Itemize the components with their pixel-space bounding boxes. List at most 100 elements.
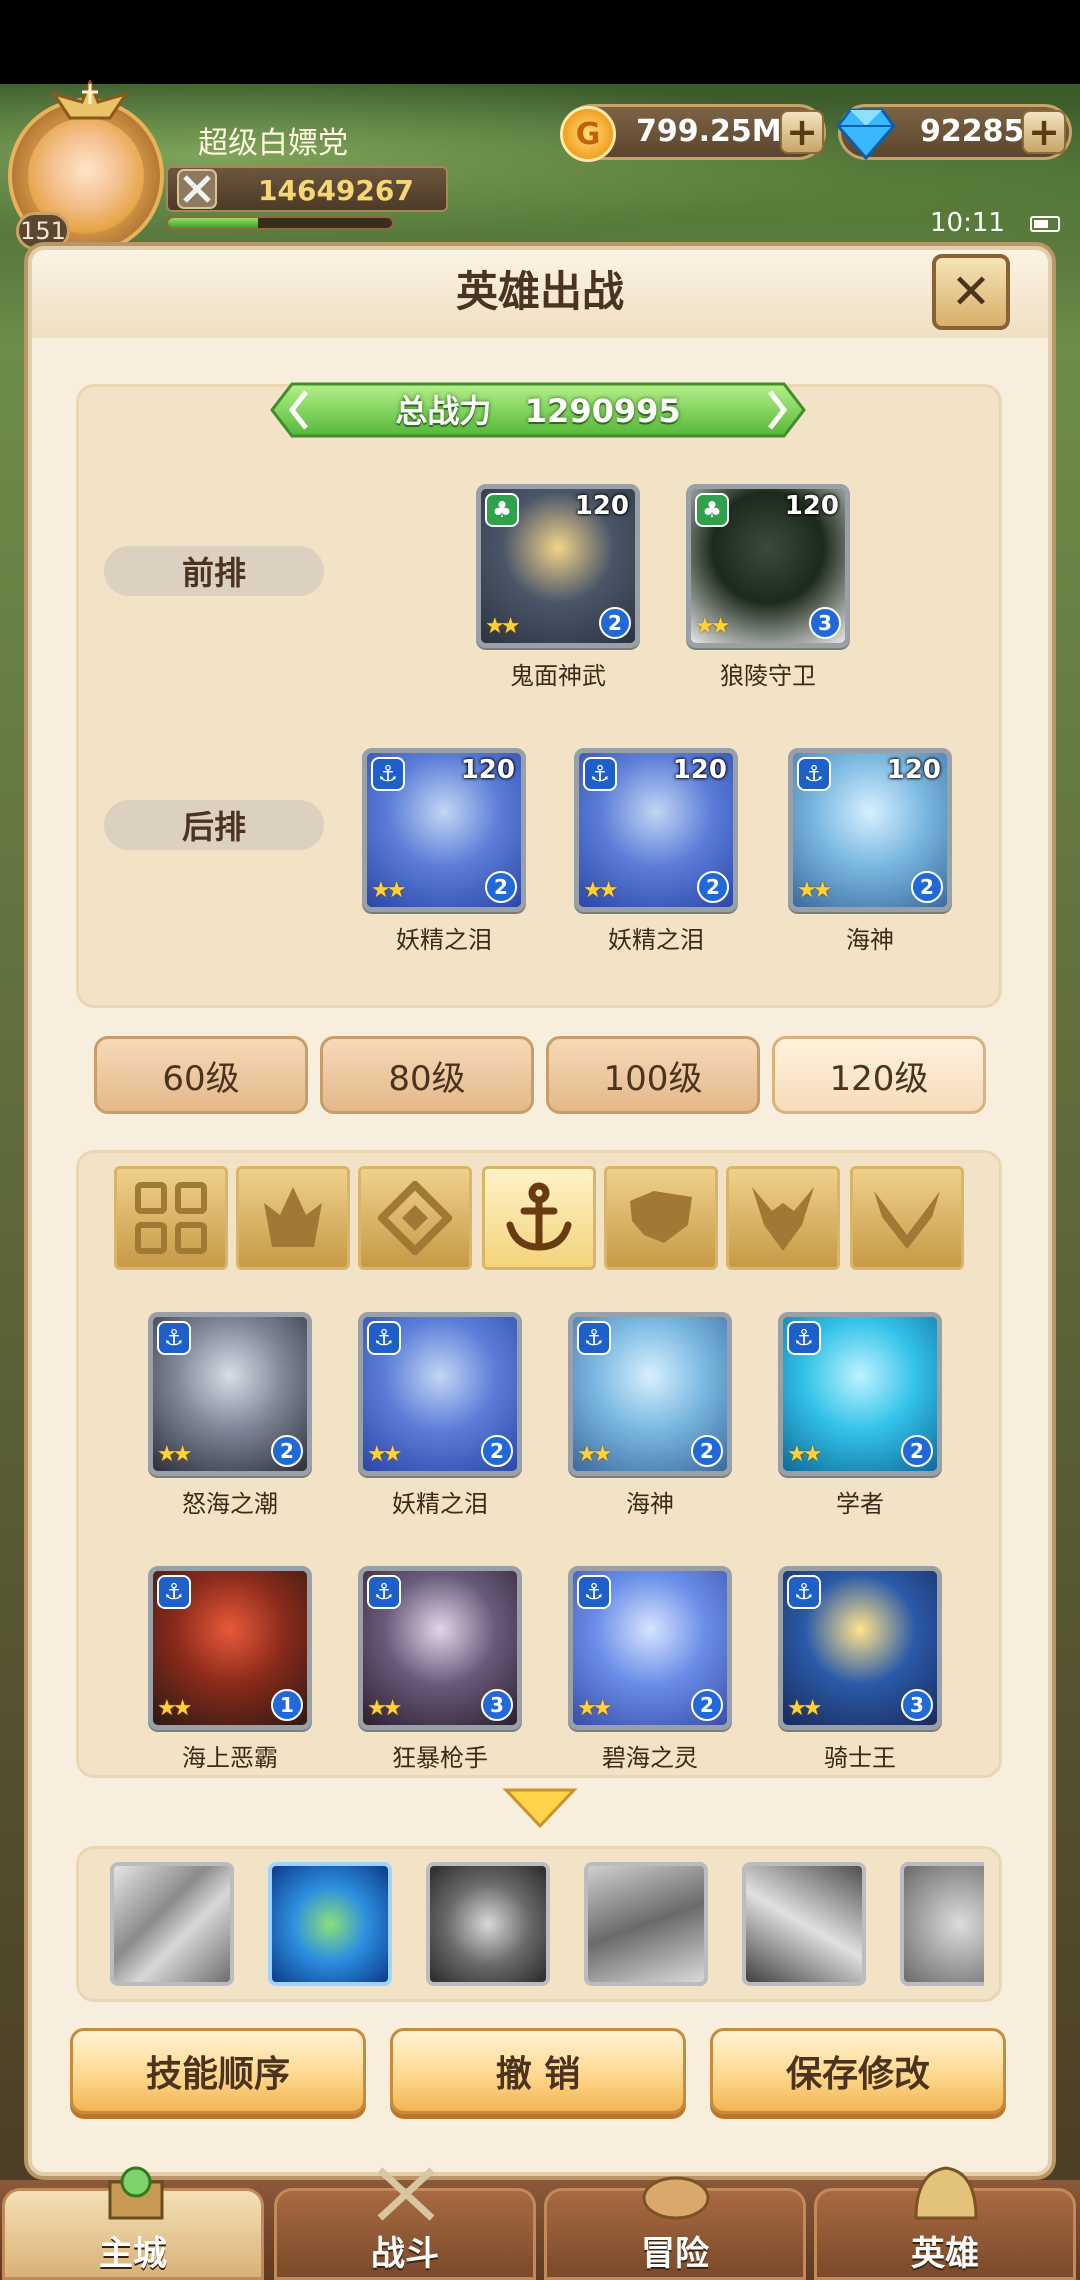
hero-tier-badge: 3: [901, 1689, 933, 1721]
roster-hero-5-card[interactable]: ⚓ ★★ 1: [148, 1566, 312, 1730]
hero-name: 海神: [846, 926, 894, 954]
player-level-badge: 151: [16, 212, 70, 250]
filter-beast-tab[interactable]: [604, 1166, 718, 1270]
xp-bar: [166, 216, 394, 230]
hero-tier-badge: 2: [485, 871, 517, 903]
skill-slot-6[interactable]: [900, 1862, 984, 1986]
hero-tier-badge: 2: [901, 1435, 933, 1467]
tab-level-120[interactable]: 120级: [772, 1036, 986, 1114]
cancel-button[interactable]: 撤 销: [390, 2028, 686, 2114]
total-power-value: 1290995: [524, 392, 681, 430]
hero-tier-badge: 2: [911, 871, 943, 903]
add-gold-button[interactable]: +: [780, 110, 824, 154]
skill-order-button[interactable]: 技能顺序: [70, 2028, 366, 2114]
hero-stars: ★★: [695, 614, 731, 639]
roster-hero-7-card[interactable]: ⚓ ★★ 2: [568, 1566, 732, 1730]
total-power: 总战力 1290995: [270, 386, 806, 432]
roster-hero-8-card[interactable]: ⚓ ★★ 3: [778, 1566, 942, 1730]
skill-slot-2[interactable]: [268, 1862, 392, 1986]
castle-icon: [108, 2166, 164, 2220]
hero-name: 怒海之潮: [182, 1490, 278, 1518]
gold-coin-icon: G: [560, 106, 616, 162]
anchor-icon: ⚓: [157, 1575, 191, 1609]
hero-stars: ★★: [157, 1696, 193, 1721]
hero-tier-badge: 1: [271, 1689, 303, 1721]
close-button[interactable]: ✕: [932, 254, 1010, 330]
beast-faction-icon: ♣: [695, 493, 729, 527]
hero-tier-badge: 2: [481, 1435, 513, 1467]
formation-panel: [76, 384, 1002, 1008]
roster-hero-3-card[interactable]: ⚓ ★★ 2: [568, 1312, 732, 1476]
wings-faction-icon: [874, 1191, 940, 1249]
dialog-title: 英雄出战: [455, 267, 624, 316]
crossed-swords-icon: [177, 169, 217, 209]
filter-wings-tab[interactable]: [850, 1166, 964, 1270]
hero-level: 120: [574, 491, 629, 521]
skill-slot-4[interactable]: [584, 1862, 708, 1986]
hero-level: 120: [672, 755, 727, 785]
anchor-icon: ⚓: [577, 1575, 611, 1609]
hero-tier-badge: 2: [691, 1689, 723, 1721]
adventure-icon: [642, 2176, 710, 2220]
hero-tier-badge: 2: [697, 871, 729, 903]
hero-stars: ★★: [157, 1442, 193, 1467]
back-slot-2-card[interactable]: ⚓ 120 ★★ 2: [574, 748, 738, 912]
front-slot-1-card[interactable]: ♣ 120 ★★ 2: [476, 484, 640, 648]
player-name: 超级白嫖党: [198, 126, 348, 161]
hero-name: 妖精之泪: [392, 1490, 488, 1518]
anchor-icon: ⚓: [371, 757, 405, 791]
anchor-icon: ⚓: [367, 1321, 401, 1355]
beast-faction-icon: [630, 1191, 692, 1243]
back-slot-1-card[interactable]: ⚓ 120 ★★ 2: [362, 748, 526, 912]
hero-stars: ★★: [485, 614, 521, 639]
hero-tier-badge: 2: [599, 607, 631, 639]
total-power-label: 总战力: [395, 392, 492, 430]
tab-level-100[interactable]: 100级: [546, 1036, 760, 1114]
gold-amount: 799.25M: [636, 114, 782, 149]
hero-stars: ★★: [787, 1442, 823, 1467]
add-gems-button[interactable]: +: [1022, 110, 1066, 154]
anchor-icon: ⚓: [577, 1321, 611, 1355]
skill-slot-3[interactable]: [426, 1862, 550, 1986]
skill-slot-5[interactable]: [742, 1862, 866, 1986]
skill-slot-1[interactable]: [110, 1862, 234, 1986]
hero-name: 海上恶霸: [182, 1744, 278, 1772]
hero-level: 120: [784, 491, 839, 521]
hero-name: 狼陵守卫: [720, 662, 816, 690]
hero-name: 海神: [626, 1490, 674, 1518]
anchor-icon: ⚓: [787, 1321, 821, 1355]
save-changes-button[interactable]: 保存修改: [710, 2028, 1006, 2114]
roster-hero-1-card[interactable]: ⚓ ★★ 2: [148, 1312, 312, 1476]
diamond-faction-icon: [378, 1181, 452, 1255]
tab-level-60[interactable]: 60级: [94, 1036, 308, 1114]
crown-icon: [50, 80, 130, 120]
horns-faction-icon: [752, 1187, 814, 1251]
roster-hero-2-card[interactable]: ⚓ ★★ 2: [358, 1312, 522, 1476]
back-row-label: 后排: [104, 800, 324, 850]
filter-diamond-tab[interactable]: [358, 1166, 472, 1270]
gem-amount: 92285: [920, 114, 1025, 149]
hero-tier-badge: 3: [481, 1689, 513, 1721]
hero-tier-badge: 3: [809, 607, 841, 639]
filter-anchor-tab[interactable]: [482, 1166, 596, 1270]
hero-stars: ★★: [583, 878, 619, 903]
filter-all-tab[interactable]: [114, 1166, 228, 1270]
front-slot-2-card[interactable]: ♣ 120 ★★ 3: [686, 484, 850, 648]
anchor-icon: ⚓: [157, 1321, 191, 1355]
status-clock: 10:11: [930, 208, 1005, 238]
roster-hero-6-card[interactable]: ⚓ ★★ 3: [358, 1566, 522, 1730]
hero-stars: ★★: [367, 1442, 403, 1467]
roster-hero-4-card[interactable]: ⚓ ★★ 2: [778, 1312, 942, 1476]
back-slot-3-card[interactable]: ⚓ 120 ★★ 2: [788, 748, 952, 912]
hero-helmet-icon: [914, 2166, 978, 2220]
scroll-down-arrow-icon[interactable]: [502, 1786, 578, 1830]
filter-horns-tab[interactable]: [726, 1166, 840, 1270]
hero-stars: ★★: [367, 1696, 403, 1721]
hero-name: 碧海之灵: [602, 1744, 698, 1772]
tab-level-80[interactable]: 80级: [320, 1036, 534, 1114]
hero-name: 妖精之泪: [396, 926, 492, 954]
anchor-icon: ⚓: [787, 1575, 821, 1609]
filter-flame-tab[interactable]: [236, 1166, 350, 1270]
hero-name: 骑士王: [824, 1744, 896, 1772]
hero-tier-badge: 2: [691, 1435, 723, 1467]
